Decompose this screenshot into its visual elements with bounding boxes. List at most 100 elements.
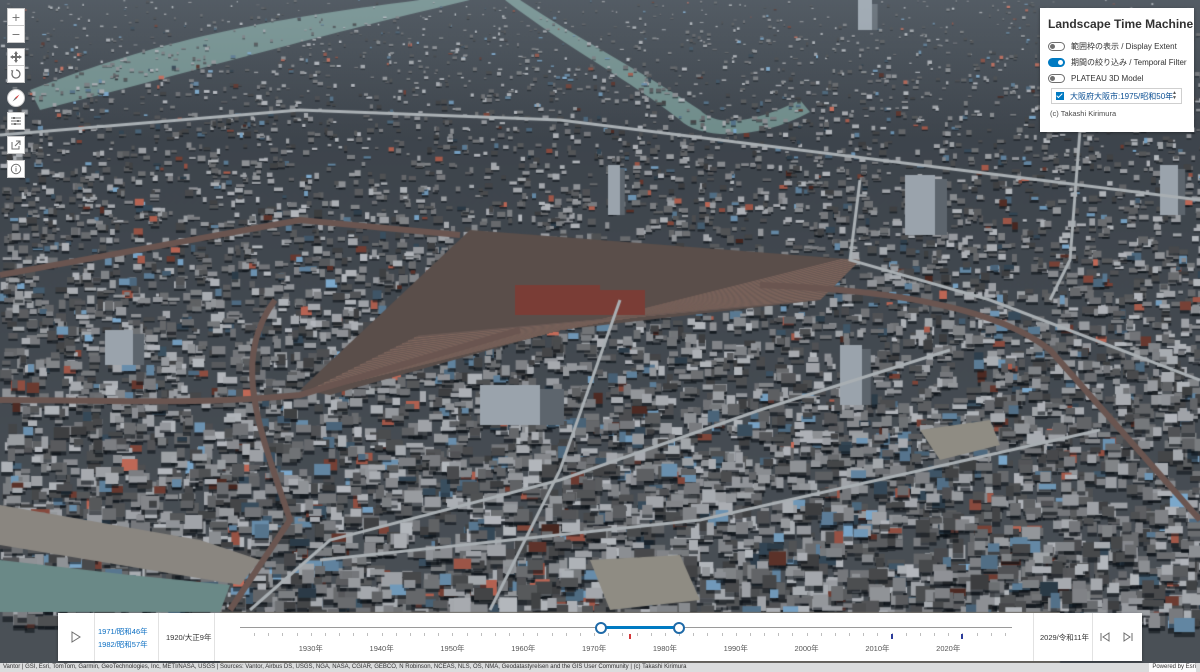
- slider-minor-tick: [438, 633, 440, 636]
- slider-minor-tick: [268, 633, 270, 636]
- time-slider: 1971/昭和46年 1982/昭和57年 1920/大正9年 2029/令和1…: [58, 613, 1142, 661]
- slider-tick-label: 1980年: [652, 644, 678, 653]
- zoom-out-button[interactable]: −: [7, 25, 25, 43]
- slider-minor-tick: [565, 633, 567, 636]
- slider-selected-range: [601, 626, 680, 629]
- aerial-3d-map-view[interactable]: [0, 0, 1200, 672]
- slider-minor-tick: [735, 633, 737, 636]
- slider-minor-tick: [523, 633, 525, 636]
- compass-icon: [12, 94, 20, 102]
- display-extent-toggle-row[interactable]: 範囲枠の表示 / Display Extent: [1048, 38, 1186, 54]
- slider-minor-tick: [409, 633, 411, 636]
- display-extent-label: 範囲枠の表示 / Display Extent: [1071, 41, 1177, 51]
- compass-button[interactable]: [7, 89, 25, 107]
- rotate-button[interactable]: [7, 65, 25, 83]
- share-icon: [11, 140, 21, 150]
- share-button[interactable]: [7, 136, 25, 154]
- plus-icon: +: [11, 10, 21, 24]
- play-button[interactable]: [58, 613, 95, 661]
- slider-minor-tick: [622, 633, 624, 636]
- rotate-icon: [11, 69, 21, 79]
- powered-by-esri[interactable]: Powered by Esri: [1149, 663, 1196, 672]
- previous-button[interactable]: [1099, 630, 1111, 644]
- plateau-3d-label: PLATEAU 3D Model: [1071, 73, 1144, 83]
- layer-settings-button[interactable]: [7, 112, 25, 130]
- slider-minor-tick: [339, 633, 341, 636]
- data-availability-mark: [628, 634, 631, 639]
- slider-minor-tick: [537, 633, 539, 636]
- zoom-in-button[interactable]: +: [7, 8, 25, 26]
- slider-minor-tick: [905, 633, 907, 636]
- slider-minor-tick: [764, 633, 766, 636]
- slider-minor-tick: [877, 633, 879, 636]
- map-attribution: Vantor | GSI, Esri, TomTom, Garmin, GeoT…: [0, 663, 1200, 672]
- slider-minor-tick: [509, 633, 511, 636]
- slider-minor-tick: [381, 633, 383, 636]
- selected-range: 1971/昭和46年 1982/昭和57年: [98, 625, 148, 651]
- slider-tick-label: 1940年: [369, 644, 394, 653]
- slider-minor-tick: [820, 633, 822, 636]
- pan-button[interactable]: [7, 48, 25, 66]
- slider-minor-tick: [849, 633, 851, 636]
- slider-minor-tick: [693, 633, 695, 636]
- range-end-thumb[interactable]: [673, 622, 686, 634]
- slider-minor-tick: [324, 633, 326, 636]
- slider-minor-tick: [254, 633, 256, 636]
- data-availability-mark: [890, 634, 893, 639]
- slider-tick-label: 1970年: [582, 644, 607, 653]
- slider-minor-tick: [452, 633, 454, 636]
- slider-tick-label: 1960年: [511, 644, 536, 653]
- slider-minor-tick: [976, 633, 978, 636]
- slider-minor-tick: [282, 633, 284, 636]
- play-icon: [71, 631, 81, 643]
- slider-minor-tick: [948, 633, 950, 636]
- slider-min-label: 1920/大正9年: [166, 633, 212, 642]
- range-start-thumb[interactable]: [595, 622, 608, 634]
- display-extent-toggle[interactable]: [1048, 41, 1065, 51]
- temporal-filter-toggle-row[interactable]: 期間の絞り込み / Temporal Filter: [1048, 54, 1187, 70]
- slider-tick-label: 1990年: [723, 644, 748, 653]
- slider-minor-tick: [353, 633, 355, 636]
- plateau-3d-toggle[interactable]: [1048, 73, 1065, 83]
- attribution-text: Vantor | GSI, Esri, TomTom, Garmin, GeoT…: [3, 664, 687, 670]
- slider-minor-tick: [934, 633, 936, 636]
- slider-minor-tick: [650, 633, 652, 636]
- slider-divider: [158, 613, 159, 661]
- slider-minor-tick: [594, 633, 596, 636]
- temporal-filter-toggle[interactable]: [1048, 57, 1065, 67]
- slider-minor-tick: [466, 633, 468, 636]
- slider-tick-label: 1950年: [440, 644, 465, 653]
- layer-label: 大阪府大阪市:1975/昭和50年: [1070, 91, 1174, 101]
- slider-max-label: 2029/令和11年: [1040, 633, 1090, 642]
- slider-minor-tick: [551, 633, 553, 636]
- range-start-label: 1971/昭和46年: [98, 627, 148, 636]
- slider-minor-tick: [608, 633, 610, 636]
- layer-checkbox[interactable]: [1056, 92, 1064, 100]
- slider-minor-tick: [749, 633, 751, 636]
- plateau-3d-toggle-row[interactable]: PLATEAU 3D Model: [1048, 70, 1186, 86]
- info-button[interactable]: [7, 160, 25, 178]
- panel-title: Landscape Time Machine: [1048, 17, 1194, 31]
- slider-minor-tick: [863, 633, 865, 636]
- slider-minor-tick: [792, 633, 794, 636]
- slider-minor-tick: [310, 633, 312, 636]
- sliders-icon: [11, 117, 21, 125]
- next-button[interactable]: [1122, 630, 1134, 644]
- stepper-arrows-icon[interactable]: ▲ ▼: [1172, 91, 1177, 101]
- temporal-filter-label: 期間の絞り込み / Temporal Filter: [1071, 57, 1187, 67]
- pan-icon: [10, 51, 22, 63]
- slider-minor-tick: [296, 633, 298, 636]
- slider-tick-label: 2010年: [865, 644, 890, 653]
- slider-minor-tick: [707, 633, 709, 636]
- landscape-time-machine-panel: Landscape Time Machine 範囲枠の表示 / Display …: [1040, 8, 1194, 132]
- slider-minor-tick: [834, 633, 836, 636]
- skip-previous-icon: [1100, 632, 1110, 642]
- slider-minor-tick: [367, 633, 369, 636]
- slider-tick-label: 2000年: [794, 644, 819, 653]
- slider-minor-tick: [494, 633, 496, 636]
- info-icon: [10, 163, 22, 175]
- layer-list-item[interactable]: 大阪府大阪市:1975/昭和50年 ▲ ▼: [1051, 88, 1182, 104]
- slider-minor-tick: [480, 633, 482, 636]
- slider-divider: [1092, 613, 1093, 661]
- data-availability-mark: [961, 634, 964, 639]
